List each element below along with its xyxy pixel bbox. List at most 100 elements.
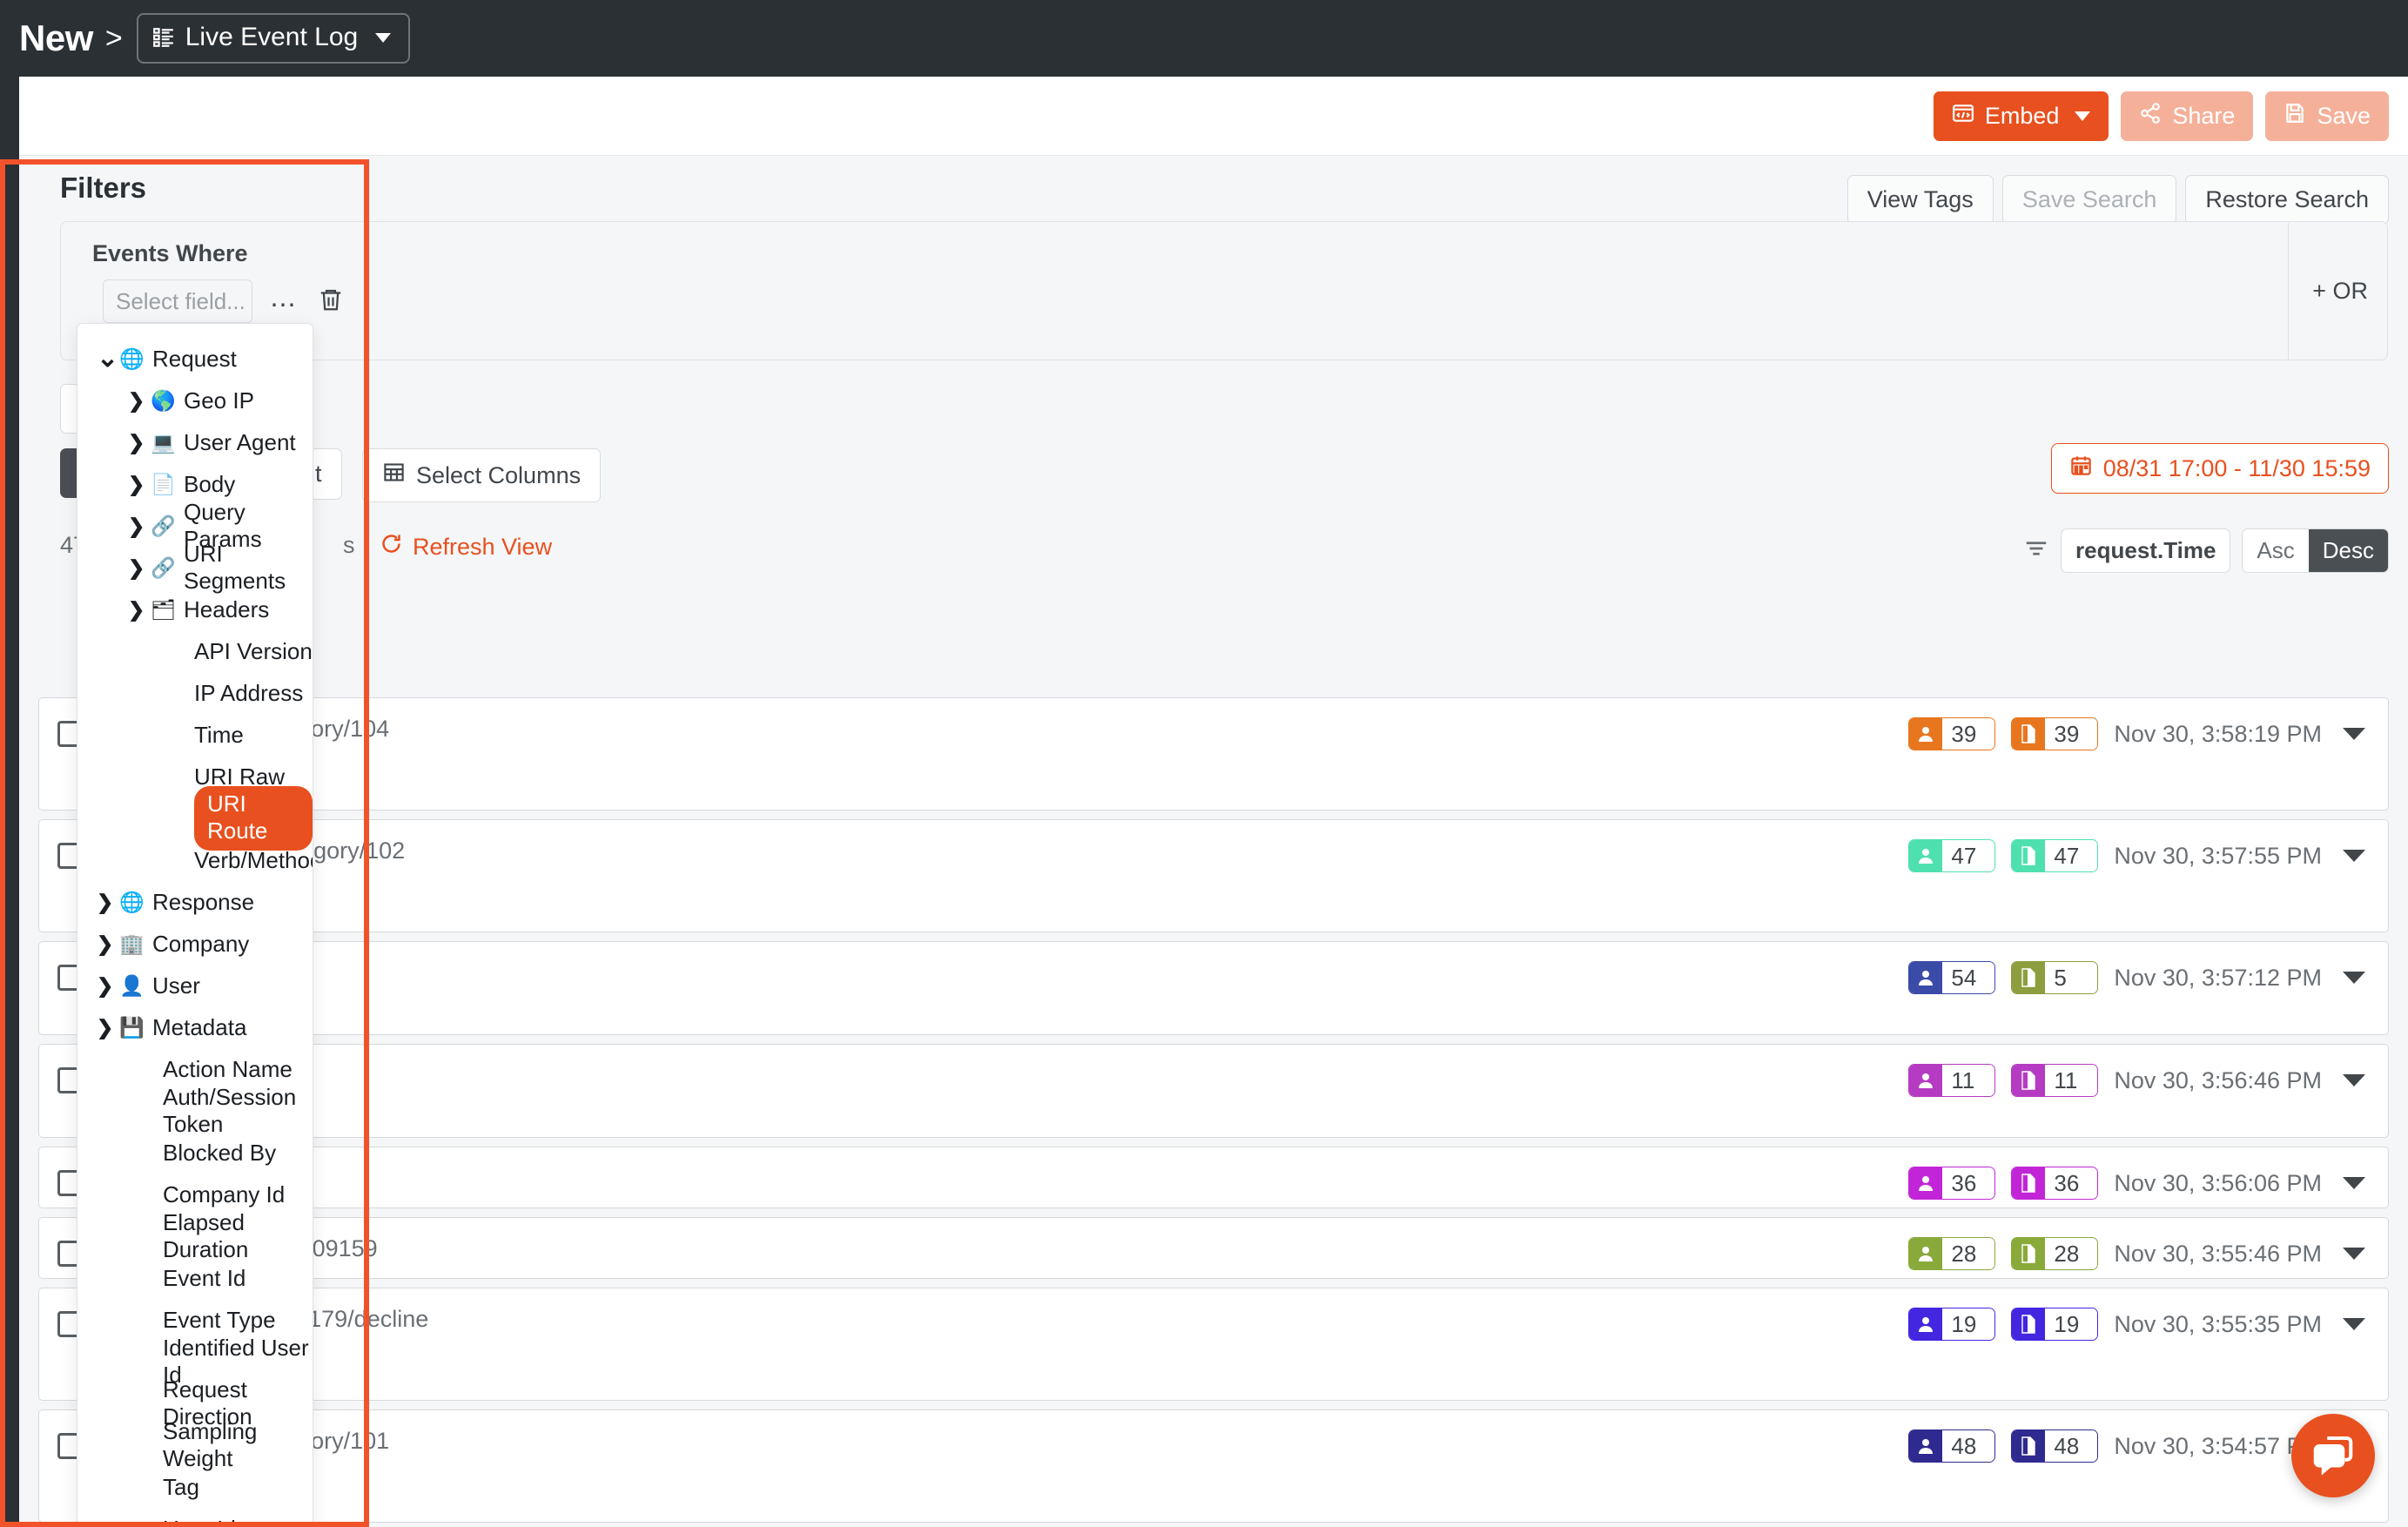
select-field-input[interactable]: Select field... — [103, 279, 252, 323]
event-expand-chevron-icon[interactable] — [2343, 1177, 2365, 1189]
event-user-count: 11 — [1942, 1065, 1994, 1096]
event-user-badge[interactable]: 54 — [1908, 961, 1995, 994]
chevron-right-icon[interactable]: ❯ — [97, 932, 119, 956]
event-row[interactable]: PUT/availabilities/1091592828Nov 30, 3:5… — [38, 1217, 2389, 1279]
field-tree-item[interactable]: ❯🔗URI Segments — [77, 547, 313, 589]
event-company-badge[interactable]: 39 — [2011, 717, 2098, 750]
field-selector-dropdown[interactable]: ⌄🌐Request❯🌎Geo IP❯💻User Agent❯📄Body❯🔗Que… — [77, 323, 313, 1527]
chevron-down-icon — [2075, 111, 2090, 121]
embed-button[interactable]: Embed — [1934, 91, 2109, 141]
event-company-count: 5 — [2045, 962, 2097, 993]
view-tags-button[interactable]: View Tags — [1847, 175, 1994, 225]
event-row[interactable]: POST/widgets/category/102Widgets Product… — [38, 819, 2389, 932]
top-navigation-bar: New > Live Event Log — [0, 0, 2408, 77]
event-expand-chevron-icon[interactable] — [2343, 972, 2365, 984]
field-tree-item[interactable]: ❯🏢Company — [77, 923, 313, 965]
restore-search-button[interactable]: Restore Search — [2185, 175, 2389, 225]
event-user-badge[interactable]: 11 — [1908, 1064, 1995, 1097]
field-tree-item[interactable]: Auth/Session Token — [77, 1090, 313, 1132]
trash-icon[interactable] — [318, 285, 344, 319]
chevron-right-icon[interactable]: ❯ — [128, 515, 151, 538]
event-user-badge[interactable]: 19 — [1908, 1308, 1995, 1341]
save-button[interactable]: Save — [2265, 91, 2389, 141]
event-row[interactable]: GET/widgets/category/101Widgets Product4… — [38, 1409, 2389, 1523]
event-row[interactable]: nding3636Nov 30, 3:56:06 PM — [38, 1147, 2389, 1208]
field-tree-item[interactable]: ❯🌎Geo IP — [77, 380, 313, 421]
sort-asc-option[interactable]: Asc — [2243, 529, 2308, 572]
field-tree-item-icon: 🗂 — [151, 598, 175, 622]
field-tree-item-label: IP Address — [194, 680, 303, 707]
event-user-badge[interactable]: 47 — [1908, 839, 1995, 872]
ellipsis-icon[interactable]: ⋯ — [270, 290, 299, 320]
event-company-badge[interactable]: 48 — [2011, 1429, 2098, 1463]
chevron-right-icon[interactable]: ❯ — [128, 473, 151, 496]
event-expand-chevron-icon[interactable] — [2343, 1248, 2365, 1260]
event-timestamp: Nov 30, 3:55:46 PM — [2114, 1241, 2322, 1268]
field-tree-item[interactable]: Time — [77, 714, 313, 756]
field-tree-item[interactable]: Blocked By — [77, 1132, 313, 1174]
or-divider — [2288, 223, 2289, 360]
field-tree-item[interactable]: ❯👤User — [77, 965, 313, 1006]
event-user-count: 19 — [1942, 1308, 1994, 1340]
event-expand-chevron-icon[interactable] — [2343, 728, 2365, 740]
refresh-view-button[interactable]: Refresh View — [380, 532, 552, 562]
event-row[interactable]: GET/widgets/category/104Widgets Product3… — [38, 697, 2389, 811]
action-toolbar: Embed Share — [19, 77, 2408, 156]
chevron-right-icon[interactable]: ❯ — [97, 974, 119, 998]
event-company-badge[interactable]: 11 — [2011, 1064, 2098, 1097]
field-tree-item[interactable]: User Id — [77, 1508, 313, 1527]
event-company-badge[interactable]: 5 — [2011, 961, 2098, 994]
event-company-badge[interactable]: 19 — [2011, 1308, 2098, 1341]
chevron-right-icon[interactable]: ❯ — [128, 389, 151, 413]
event-row[interactable]: GET/reviews/1111Nov 30, 3:56:46 PM — [38, 1044, 2389, 1138]
field-tree-item-label: Verb/Method — [194, 847, 313, 874]
event-company-count: 19 — [2045, 1308, 2097, 1340]
field-tree-item[interactable]: ❯🌐Response — [77, 881, 313, 923]
save-search-button[interactable]: Save Search — [2002, 175, 2177, 225]
event-expand-chevron-icon[interactable] — [2343, 1318, 2365, 1330]
chevron-right-icon[interactable]: ❯ — [128, 598, 151, 622]
event-user-badge[interactable]: 36 — [1908, 1167, 1995, 1200]
event-user-badge[interactable]: 39 — [1908, 717, 1995, 750]
field-tree-item[interactable]: API Version — [77, 630, 313, 672]
field-tree-item[interactable]: ❯💾Metadata — [77, 1006, 313, 1048]
event-row[interactable]: GET/purchases/55179/declinecessful1919No… — [38, 1288, 2389, 1401]
sort-desc-option[interactable]: Desc — [2309, 529, 2388, 572]
event-row[interactable]: DELETE/login545Nov 30, 3:57:12 PM — [38, 941, 2389, 1035]
events-where-filter-card: Events Where Select field... ⋯ + OR — [60, 221, 2388, 360]
chat-support-button[interactable] — [2291, 1414, 2375, 1497]
chevron-down-icon[interactable]: ⌄ — [97, 353, 119, 365]
event-user-badge[interactable]: 28 — [1908, 1237, 1995, 1270]
event-company-badge[interactable]: 36 — [2011, 1167, 2098, 1200]
field-tree-item[interactable]: ❯💻User Agent — [77, 421, 313, 463]
event-expand-chevron-icon[interactable] — [2343, 850, 2365, 862]
chevron-right-icon[interactable]: ❯ — [97, 891, 119, 914]
sort-filter-icon[interactable] — [2023, 535, 2049, 566]
field-tree-item[interactable]: URI Route — [77, 797, 313, 839]
add-or-condition-button[interactable]: + OR — [2312, 278, 2368, 305]
chevron-right-icon[interactable]: ❯ — [97, 1016, 119, 1039]
event-tag-list: cessful — [102, 1345, 1908, 1384]
event-expand-chevron-icon[interactable] — [2343, 1074, 2365, 1086]
event-user-badge[interactable]: 48 — [1908, 1429, 1995, 1463]
field-tree-item[interactable]: IP Address — [77, 672, 313, 714]
select-columns-button[interactable]: Select Columns — [362, 448, 601, 502]
field-tree-item[interactable]: Event Id — [77, 1257, 313, 1299]
user-icon — [1909, 840, 1942, 871]
chevron-right-icon[interactable]: ❯ — [128, 556, 151, 580]
field-tree-item-label: Sampling Weight — [163, 1418, 313, 1472]
field-tree-item[interactable]: Sampling Weight — [77, 1424, 313, 1466]
field-tree-item[interactable]: Elapsed Duration — [77, 1215, 313, 1257]
event-row-content: PUT/availabilities/109159 — [102, 1218, 1908, 1278]
sort-field-select[interactable]: request.Time — [2061, 528, 2230, 573]
share-button[interactable]: Share — [2121, 91, 2253, 141]
field-tree-item[interactable]: ⌄🌐Request — [77, 338, 313, 380]
chevron-right-icon[interactable]: ❯ — [128, 431, 151, 454]
breadcrumb-root[interactable]: New — [19, 17, 93, 59]
field-tree-item[interactable]: Tag — [77, 1466, 313, 1508]
field-tree-item[interactable]: ❯🗂Headers — [77, 589, 313, 630]
view-selector-dropdown[interactable]: Live Event Log — [137, 13, 410, 64]
event-company-badge[interactable]: 28 — [2011, 1237, 2098, 1270]
event-company-badge[interactable]: 47 — [2011, 839, 2098, 872]
date-range-picker[interactable]: 08/31 17:00 - 11/30 15:59 — [2051, 443, 2389, 494]
